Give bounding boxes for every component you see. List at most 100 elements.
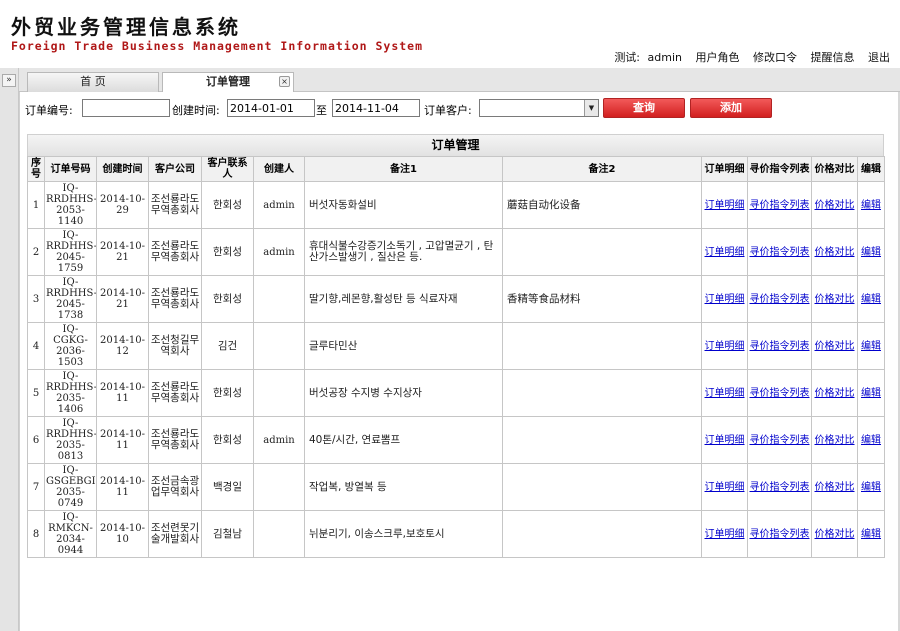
creator: admin [253, 416, 305, 464]
creator [253, 510, 305, 558]
order-detail-link[interactable]: 订单明细 [705, 435, 745, 446]
change-password-link[interactable]: 修改口令 [753, 51, 797, 64]
customer-company: 조선룡라도무역총회사 [148, 228, 202, 276]
customer-company: 조선금속광업무역회사 [148, 463, 202, 511]
reminders-link[interactable]: 提醒信息 [811, 51, 855, 64]
order-detail-link[interactable]: 订单明细 [705, 388, 745, 399]
inquiry-list-link[interactable]: 寻价指令列表 [750, 529, 810, 540]
creator [253, 463, 305, 511]
edit-link[interactable]: 编辑 [861, 435, 881, 446]
inquiry-list-link[interactable]: 寻价指令列表 [750, 341, 810, 352]
col-header: 价格对比 [811, 156, 858, 182]
inquiry-list-link[interactable]: 寻价指令列表 [750, 247, 810, 258]
customer-contact: 한회성 [201, 369, 254, 417]
customer-contact: 백경일 [201, 463, 254, 511]
inquiry-list-link[interactable]: 寻价指令列表 [750, 388, 810, 399]
table-row: 6 IQ-RRDHHS-2035-0813 2014-10-11 조선룡라도무역… [27, 416, 885, 464]
tab-order-management[interactable]: 订单管理 × [162, 72, 294, 93]
customer-company: 조선룡라도무역총회사 [148, 181, 202, 229]
orders-table: 序号 订单号码 创建时间 客户公司 客户联系人 创建人 备注1 备注2 订单明细… [27, 156, 885, 558]
app-subtitle: Foreign Trade Business Management Inform… [11, 39, 424, 53]
inquiry-list-link[interactable]: 寻价指令列表 [750, 435, 810, 446]
customer-company: 조선련못기술개발회사 [148, 510, 202, 558]
customer-contact: 김철남 [201, 510, 254, 558]
price-compare-link[interactable]: 价格对比 [815, 200, 855, 211]
inquiry-list-link[interactable]: 寻价指令列表 [750, 482, 810, 493]
logout-link[interactable]: 退出 [868, 51, 890, 64]
edit-link[interactable]: 编辑 [861, 529, 881, 540]
col-header: 备注1 [304, 156, 503, 182]
price-compare-link[interactable]: 价格对比 [815, 529, 855, 540]
customer-contact: 김건 [201, 322, 254, 370]
search-bar: 订单编号: 创建时间: 至 订单客户: ▼ 查询 添加 [25, 98, 895, 120]
creator [253, 369, 305, 417]
table-row: 7 IQ-GSGEBGI-2035-0749 2014-10-11 조선금속광업… [27, 463, 885, 511]
date-to-label: 至 [316, 104, 327, 117]
edit-link[interactable]: 编辑 [861, 247, 881, 258]
edit-link[interactable]: 编辑 [861, 388, 881, 399]
col-header: 备注2 [502, 156, 702, 182]
order-no: IQ-RRDHHS-2045-1738 [44, 275, 97, 323]
username: admin [647, 51, 682, 64]
order-detail-link[interactable]: 订单明细 [705, 341, 745, 352]
tab-home[interactable]: 首 页 [27, 72, 159, 92]
note1: 작업복, 방열복 등 [304, 463, 503, 511]
note2 [502, 369, 702, 417]
note2 [502, 416, 702, 464]
order-detail-link[interactable]: 订单明细 [705, 482, 745, 493]
customer-label: 订单客户: [424, 104, 472, 117]
app-title: 外贸业务管理信息系统 [11, 15, 241, 39]
price-compare-link[interactable]: 价格对比 [815, 435, 855, 446]
order-detail-link[interactable]: 订单明细 [705, 529, 745, 540]
order-detail-link[interactable]: 订单明细 [705, 200, 745, 211]
price-compare-link[interactable]: 价格对比 [815, 341, 855, 352]
order-no-input[interactable] [82, 99, 170, 117]
inquiry-list-link[interactable]: 寻价指令列表 [750, 294, 810, 305]
date-to-input[interactable] [332, 99, 420, 117]
customer-contact: 한회성 [201, 416, 254, 464]
table-row: 5 IQ-RRDHHS-2035-1406 2014-10-11 조선룡라도무역… [27, 369, 885, 417]
col-header: 客户公司 [148, 156, 202, 182]
user-roles-link[interactable]: 用户角色 [696, 51, 740, 64]
note1: 뉘분리기, 이송스크루,보호토시 [304, 510, 503, 558]
table-row: 3 IQ-RRDHHS-2045-1738 2014-10-21 조선룡라도무역… [27, 275, 885, 323]
row-number: 5 [27, 369, 45, 417]
customer-company: 조선청길무역회사 [148, 322, 202, 370]
add-button[interactable]: 添加 [690, 98, 772, 118]
inquiry-list-link[interactable]: 寻价指令列表 [750, 200, 810, 211]
note2: 蘑菇自动化设备 [502, 181, 702, 229]
order-detail-link[interactable]: 订单明细 [705, 294, 745, 305]
price-compare-link[interactable]: 价格对比 [815, 247, 855, 258]
price-compare-link[interactable]: 价格对比 [815, 388, 855, 399]
query-button[interactable]: 查询 [603, 98, 685, 118]
order-no: IQ-RRDHHS-2035-0813 [44, 416, 97, 464]
note1: 버섯공장 수지병 수지상자 [304, 369, 503, 417]
customer-company: 조선룡라도무역총회사 [148, 275, 202, 323]
table-row: 2 IQ-RRDHHS-2045-1759 2014-10-21 조선룡라도무역… [27, 228, 885, 276]
left-sidebar-collapsed: » [0, 68, 19, 631]
price-compare-link[interactable]: 价格对比 [815, 294, 855, 305]
expand-sidebar-icon[interactable]: » [2, 74, 16, 87]
col-header: 编辑 [857, 156, 885, 182]
chevron-down-icon: ▼ [584, 100, 598, 116]
note2: 香精等食品材料 [502, 275, 702, 323]
note2 [502, 463, 702, 511]
close-icon[interactable]: × [279, 76, 290, 87]
edit-link[interactable]: 编辑 [861, 482, 881, 493]
row-number: 2 [27, 228, 45, 276]
edit-link[interactable]: 编辑 [861, 294, 881, 305]
row-number: 6 [27, 416, 45, 464]
date-from-input[interactable] [227, 99, 315, 117]
edit-link[interactable]: 编辑 [861, 341, 881, 352]
created-date: 2014-10-11 [96, 369, 149, 417]
customer-contact: 한회성 [201, 228, 254, 276]
col-header: 创建人 [253, 156, 305, 182]
note1: 버섯자동화설비 [304, 181, 503, 229]
customer-select[interactable]: ▼ [479, 99, 599, 117]
order-no: IQ-RRDHHS-2035-1406 [44, 369, 97, 417]
edit-link[interactable]: 编辑 [861, 200, 881, 211]
app-header: 外贸业务管理信息系统 Foreign Trade Business Manage… [0, 0, 900, 68]
price-compare-link[interactable]: 价格对比 [815, 482, 855, 493]
order-detail-link[interactable]: 订单明细 [705, 247, 745, 258]
customer-company: 조선룡라도무역총회사 [148, 416, 202, 464]
